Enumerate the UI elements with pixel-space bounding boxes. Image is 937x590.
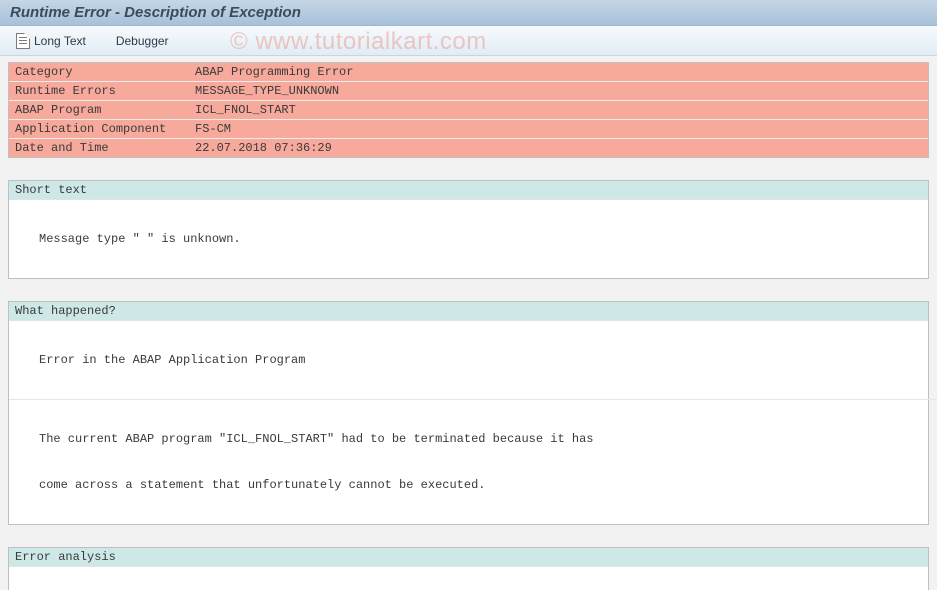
text-line: Message type " " is unknown.	[39, 230, 922, 248]
long-text-label: Long Text	[34, 34, 86, 48]
debugger-button[interactable]: Debugger	[110, 31, 175, 51]
table-row: Application Component FS-CM	[9, 120, 928, 139]
summary-value: 22.07.2018 07:36:29	[189, 139, 928, 157]
summary-label: Runtime Errors	[9, 82, 189, 100]
what-happened-section: What happened? Error in the ABAP Applica…	[8, 301, 929, 525]
section-header: Error analysis	[9, 548, 928, 567]
section-header: What happened?	[9, 302, 928, 321]
section-body: Only message types A, E, I, W, S, and X …	[9, 567, 928, 590]
text-line: The current ABAP program "ICL_FNOL_START…	[39, 430, 922, 448]
divider	[9, 399, 937, 400]
section-body: Error in the ABAP Application Program Th…	[9, 321, 928, 524]
debugger-label: Debugger	[116, 34, 169, 48]
section-header: Short text	[9, 181, 928, 200]
table-row: Runtime Errors MESSAGE_TYPE_UNKNOWN	[9, 82, 928, 101]
summary-value: FS-CM	[189, 120, 928, 138]
summary-table: Category ABAP Programming Error Runtime …	[8, 62, 929, 158]
table-row: Category ABAP Programming Error	[9, 63, 928, 82]
summary-value: MESSAGE_TYPE_UNKNOWN	[189, 82, 928, 100]
summary-value: ABAP Programming Error	[189, 63, 928, 81]
text-line: come across a statement that unfortunate…	[39, 476, 922, 494]
summary-value: ICL_FNOL_START	[189, 101, 928, 119]
table-row: Date and Time 22.07.2018 07:36:29	[9, 139, 928, 157]
short-text-section: Short text Message type " " is unknown.	[8, 180, 929, 279]
section-body: Message type " " is unknown.	[9, 200, 928, 278]
summary-label: Date and Time	[9, 139, 189, 157]
table-row: ABAP Program ICL_FNOL_START	[9, 101, 928, 120]
title-bar: Runtime Error - Description of Exception	[0, 0, 937, 26]
content-area: Category ABAP Programming Error Runtime …	[0, 56, 937, 590]
document-icon	[16, 33, 30, 49]
summary-label: Application Component	[9, 120, 189, 138]
summary-label: Category	[9, 63, 189, 81]
summary-label: ABAP Program	[9, 101, 189, 119]
error-analysis-section: Error analysis Only message types A, E, …	[8, 547, 929, 590]
long-text-button[interactable]: Long Text	[10, 30, 92, 52]
toolbar: Long Text Debugger	[0, 26, 937, 56]
page-title: Runtime Error - Description of Exception	[10, 4, 301, 21]
text-line: Error in the ABAP Application Program	[39, 351, 922, 369]
